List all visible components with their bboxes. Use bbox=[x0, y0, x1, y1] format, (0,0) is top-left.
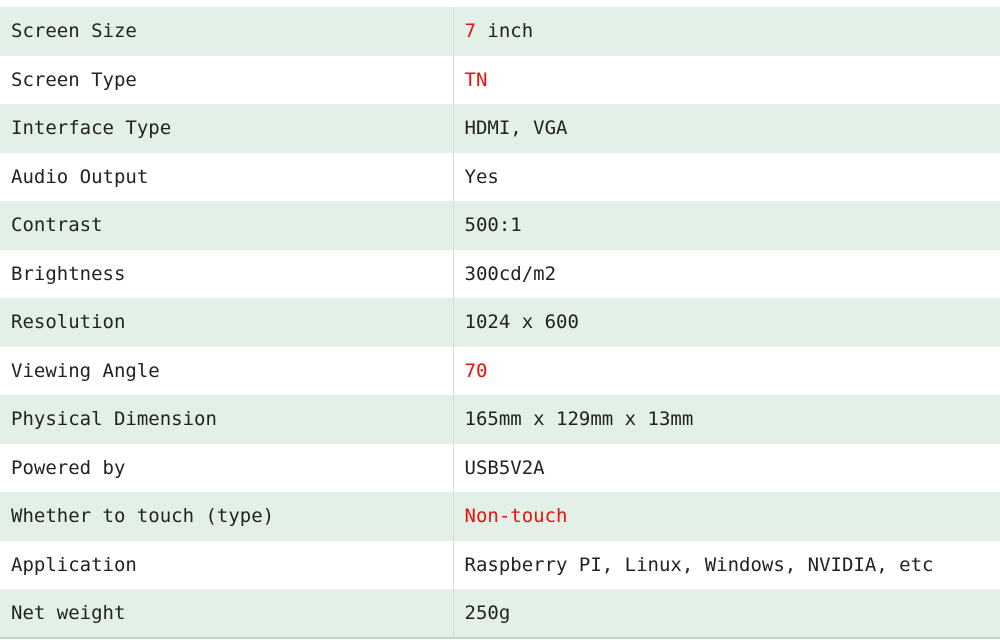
spec-value: Raspberry PI, Linux, Windows, NVIDIA, et… bbox=[452, 540, 1000, 589]
spec-label: Interface Type bbox=[0, 104, 453, 153]
spec-value: Non-touch bbox=[452, 492, 1000, 541]
spec-value-highlight: TN bbox=[464, 68, 488, 91]
table-row: Powered by USB5V2A bbox=[0, 443, 1000, 492]
table-row: Physical Dimension 165mm x 129mm x 13mm bbox=[0, 395, 1000, 444]
spec-value-text: 300cd/m2 bbox=[464, 262, 557, 285]
table-row: Net weight 250g bbox=[0, 589, 1000, 639]
spec-value: USB5V2A bbox=[452, 443, 1000, 492]
spec-value: TN bbox=[452, 55, 1000, 104]
spec-value: 250g bbox=[452, 589, 1000, 639]
table-row: Resolution 1024 x 600 bbox=[0, 298, 1000, 347]
spec-value: 500:1 bbox=[452, 201, 1000, 250]
table-row: Contrast 500:1 bbox=[0, 201, 1000, 250]
spec-value-text: Raspberry PI, Linux, Windows, NVIDIA, et… bbox=[464, 553, 934, 576]
spec-value-text: inch bbox=[475, 20, 534, 43]
spec-value-text: Yes bbox=[464, 165, 499, 188]
spec-label: Application bbox=[0, 540, 453, 589]
spec-label: Audio Output bbox=[0, 152, 453, 201]
spec-label: Physical Dimension bbox=[0, 395, 453, 444]
spec-label: Viewing Angle bbox=[0, 346, 453, 395]
spec-value: 7 inch bbox=[452, 7, 1000, 56]
spec-value-highlight: Non-touch bbox=[464, 505, 568, 528]
table-row: Interface Type HDMI, VGA bbox=[0, 104, 1000, 153]
spec-table: Screen Size 7 inch Screen Type TN Interf… bbox=[0, 7, 1000, 639]
spec-value-text: HDMI, VGA bbox=[464, 117, 568, 140]
table-row: Whether to touch (type) Non-touch bbox=[0, 492, 1000, 541]
spec-label: Whether to touch (type) bbox=[0, 492, 453, 541]
spec-value: 165mm x 129mm x 13mm bbox=[452, 395, 1000, 444]
spec-value-highlight: 7 bbox=[464, 20, 476, 43]
spec-value: 300cd/m2 bbox=[452, 249, 1000, 298]
spec-value: HDMI, VGA bbox=[452, 104, 1000, 153]
table-row: Viewing Angle 70 bbox=[0, 346, 1000, 395]
spec-value: 1024 x 600 bbox=[452, 298, 1000, 347]
spec-value-text: 165mm x 129mm x 13mm bbox=[464, 408, 694, 431]
table-row: Brightness 300cd/m2 bbox=[0, 249, 1000, 298]
spec-label: Screen Type bbox=[0, 55, 453, 104]
spec-label: Screen Size bbox=[0, 7, 453, 56]
spec-value-text: USB5V2A bbox=[464, 456, 545, 479]
spec-value: Yes bbox=[452, 152, 1000, 201]
table-row: Audio Output Yes bbox=[0, 152, 1000, 201]
spec-label: Resolution bbox=[0, 298, 453, 347]
spec-value-text: 500:1 bbox=[464, 214, 522, 237]
spec-value: 70 bbox=[452, 346, 1000, 395]
table-row: Application Raspberry PI, Linux, Windows… bbox=[0, 540, 1000, 589]
spec-value-text: 1024 x 600 bbox=[464, 311, 579, 334]
table-row: Screen Size 7 inch bbox=[0, 7, 1000, 56]
spec-label: Contrast bbox=[0, 201, 453, 250]
spec-label: Net weight bbox=[0, 589, 453, 639]
spec-label: Brightness bbox=[0, 249, 453, 298]
spec-value-text: 250g bbox=[464, 601, 511, 624]
spec-value-highlight: 70 bbox=[464, 359, 488, 382]
table-row: Screen Type TN bbox=[0, 55, 1000, 104]
spec-label: Powered by bbox=[0, 443, 453, 492]
